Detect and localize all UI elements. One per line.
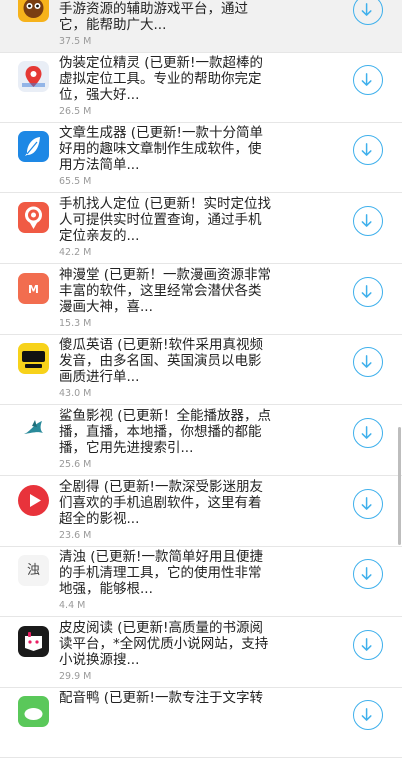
app-list-item[interactable]: 伪装定位精灵 (已更新!一款超棒的 虚拟定位工具。专业的帮助你完定 位，强大好.…: [0, 53, 402, 123]
qingzhuo-icon: 浊: [18, 555, 49, 586]
app-size: 4.4 M: [59, 600, 86, 611]
download-button[interactable]: [353, 489, 383, 519]
app-description: 鲨鱼影视 (已更新！全能播放器，点 播，直播，本地播，你想播的都能 播，它用先进…: [59, 408, 272, 456]
duck-icon: [18, 696, 49, 727]
download-button[interactable]: [353, 0, 383, 25]
app-size: 29.9 M: [59, 671, 92, 682]
feather-icon: [18, 131, 49, 162]
download-button[interactable]: [353, 65, 383, 95]
shark-icon: [18, 414, 49, 445]
app-list-item[interactable]: 手机找人定位 (已更新！实时定位找 人可提供实时位置查询，通过手机 定位亲友的.…: [0, 194, 402, 264]
download-button[interactable]: [353, 135, 383, 165]
wufan-monkey-icon: [18, 0, 49, 22]
download-arrow-icon: [361, 285, 372, 298]
download-arrow-icon: [361, 708, 372, 721]
download-button[interactable]: [353, 700, 383, 730]
download-button[interactable]: [353, 347, 383, 377]
app-description: 配音鸭 (已更新!一款专注于文字转: [59, 690, 263, 706]
app-description: 神漫堂 (已更新！一款漫画资源非常 丰富的软件，这里经常会潜伏各类 漫画大神，喜…: [59, 267, 272, 315]
download-arrow-icon: [361, 567, 372, 580]
english-book-icon: [18, 343, 49, 374]
app-description: 悟饭游戏厅 (已更新!一款囊括海量 手游资源的辅助游戏平台，通过 它，能帮助广大…: [59, 0, 263, 33]
app-description: 清浊 (已更新!一款简单好用且便捷 的手机清理工具，它的使用性非常 地强，能够根…: [59, 549, 263, 597]
app-size: 26.5 M: [59, 106, 92, 117]
app-description: 伪装定位精灵 (已更新!一款超棒的 虚拟定位工具。专业的帮助你完定 位，强大好.…: [59, 55, 263, 103]
download-arrow-icon: [361, 73, 372, 86]
app-size: 37.5 M: [59, 36, 92, 47]
download-arrow-icon: [361, 214, 372, 227]
app-list-item[interactable]: 配音鸭 (已更新!一款专注于文字转: [0, 688, 402, 758]
download-button[interactable]: [353, 559, 383, 589]
download-button[interactable]: [353, 418, 383, 448]
app-description: 手机找人定位 (已更新！实时定位找 人可提供实时位置查询，通过手机 定位亲友的.…: [59, 196, 272, 244]
app-size: 23.6 M: [59, 530, 92, 541]
app-list-item[interactable]: 皮皮阅读 (已更新!高质量的书源阅 读平台，*全网优质小说网站，支持 小说换源搜…: [0, 618, 402, 688]
app-list-item[interactable]: 文章生成器 (已更新!一款十分简单 好用的趣味文章制作生成软件，使 用方法简单.…: [0, 123, 402, 193]
app-description: 皮皮阅读 (已更新!高质量的书源阅 读平台，*全网优质小说网站，支持 小说换源搜…: [59, 620, 269, 668]
app-description: 傻瓜英语 (已更新!软件采用真视频 发音，由多名国、英国演员以电影 画质进行单.…: [59, 337, 263, 385]
download-arrow-icon: [361, 355, 372, 368]
app-description: 全剧得 (已更新!一款深受影迷朋友 们喜欢的手机追剧软件，这里有着 超全的影视.…: [59, 479, 263, 527]
download-button[interactable]: [353, 277, 383, 307]
app-size: 42.2 M: [59, 247, 92, 258]
app-list-item[interactable]: 浊 清浊 (已更新!一款简单好用且便捷 的手机清理工具，它的使用性非常 地强，能够…: [0, 547, 402, 617]
app-list-item[interactable]: 全剧得 (已更新!一款深受影迷朋友 们喜欢的手机追剧软件，这里有着 超全的影视.…: [0, 477, 402, 547]
app-size: 25.6 M: [59, 459, 92, 470]
app-description: 文章生成器 (已更新!一款十分简单 好用的趣味文章制作生成软件，使 用方法简单.…: [59, 125, 263, 173]
app-list-item[interactable]: 悟饭游戏厅 (已更新!一款囊括海量 手游资源的辅助游戏平台，通过 它，能帮助广大…: [0, 0, 402, 53]
pipi-read-icon: [18, 626, 49, 657]
download-arrow-icon: [361, 3, 372, 16]
download-button[interactable]: [353, 630, 383, 660]
app-list-item[interactable]: 鲨鱼影视 (已更新！全能播放器，点 播，直播，本地播，你想播的都能 播，它用先进…: [0, 406, 402, 476]
scrollbar[interactable]: [398, 427, 401, 545]
download-button[interactable]: [353, 206, 383, 236]
download-arrow-icon: [361, 497, 372, 510]
download-arrow-icon: [361, 143, 372, 156]
app-list-item[interactable]: M 神漫堂 (已更新！一款漫画资源非常 丰富的软件，这里经常会潜伏各类 漫画大神，…: [0, 265, 402, 335]
download-arrow-icon: [361, 638, 372, 651]
comic-icon: M: [18, 273, 49, 304]
app-icon-glyph: 浊: [26, 563, 40, 578]
app-size: 65.5 M: [59, 176, 92, 187]
app-size: 43.0 M: [59, 388, 92, 399]
app-list-item[interactable]: 傻瓜英语 (已更新!软件采用真视频 发音，由多名国、英国演员以电影 画质进行单.…: [0, 335, 402, 405]
svg-text:M: M: [28, 283, 39, 296]
locate-person-icon: [18, 202, 49, 233]
app-size: 15.3 M: [59, 318, 92, 329]
location-pin-icon: [18, 61, 49, 92]
play-icon: [18, 485, 49, 516]
download-arrow-icon: [361, 426, 372, 439]
